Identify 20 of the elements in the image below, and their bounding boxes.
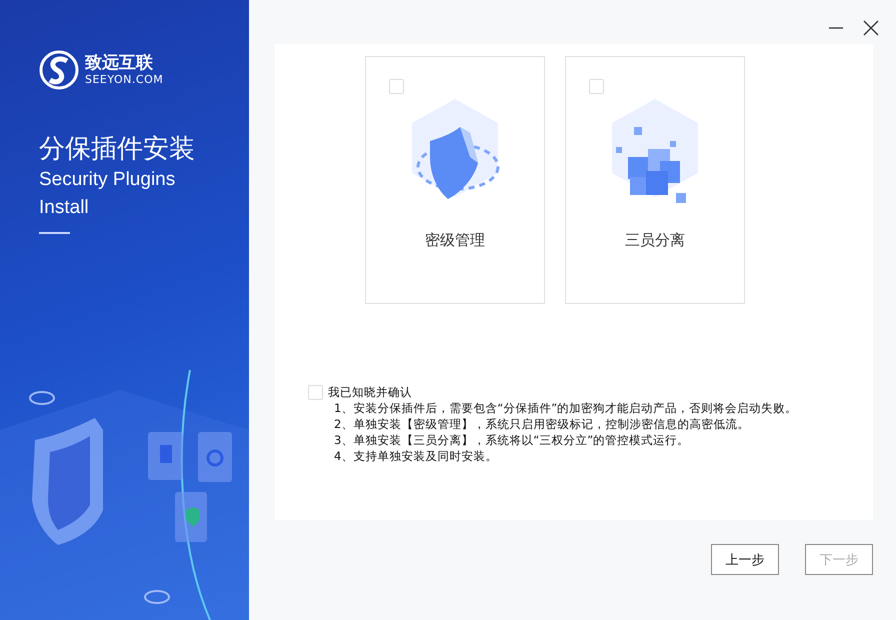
- back-button[interactable]: 上一步: [711, 544, 779, 575]
- note-text: 4、支持单独安装及同时安装。: [333, 448, 498, 464]
- checkbox[interactable]: [308, 384, 323, 400]
- checkbox[interactable]: [589, 79, 604, 94]
- checkbox-label: 我已知晓并确认: [328, 384, 412, 400]
- page-subtitle: Security Plugins: [39, 168, 176, 192]
- note-text: 3、单独安装【三员分离】，系统将以“三权分立”的管控模式运行。: [333, 432, 690, 448]
- page-subtitle: Install: [39, 196, 90, 220]
- card-label: 密级管理: [425, 231, 485, 250]
- brand-name: 致远互联: [85, 53, 154, 73]
- plugin-card[interactable]: 三员分离: [565, 56, 745, 304]
- plugin-card[interactable]: 密级管理: [365, 56, 545, 304]
- note-text: 2、单独安装【密级管理】，系统只启用密级标记，控制涉密信息的高密低流。: [333, 416, 750, 432]
- note-text: 1、安装分保插件后，需要包含“分保插件”的加密狗才能启动产品，否则将会启动失败。: [333, 400, 798, 416]
- close-button[interactable]: [863, 20, 879, 36]
- brand-domain: SEEYON.COM: [85, 73, 164, 87]
- page-title: 分保插件安装: [39, 133, 196, 166]
- card-label: 三员分离: [625, 231, 685, 250]
- checkbox[interactable]: [389, 79, 404, 94]
- logo-icon: [39, 50, 79, 90]
